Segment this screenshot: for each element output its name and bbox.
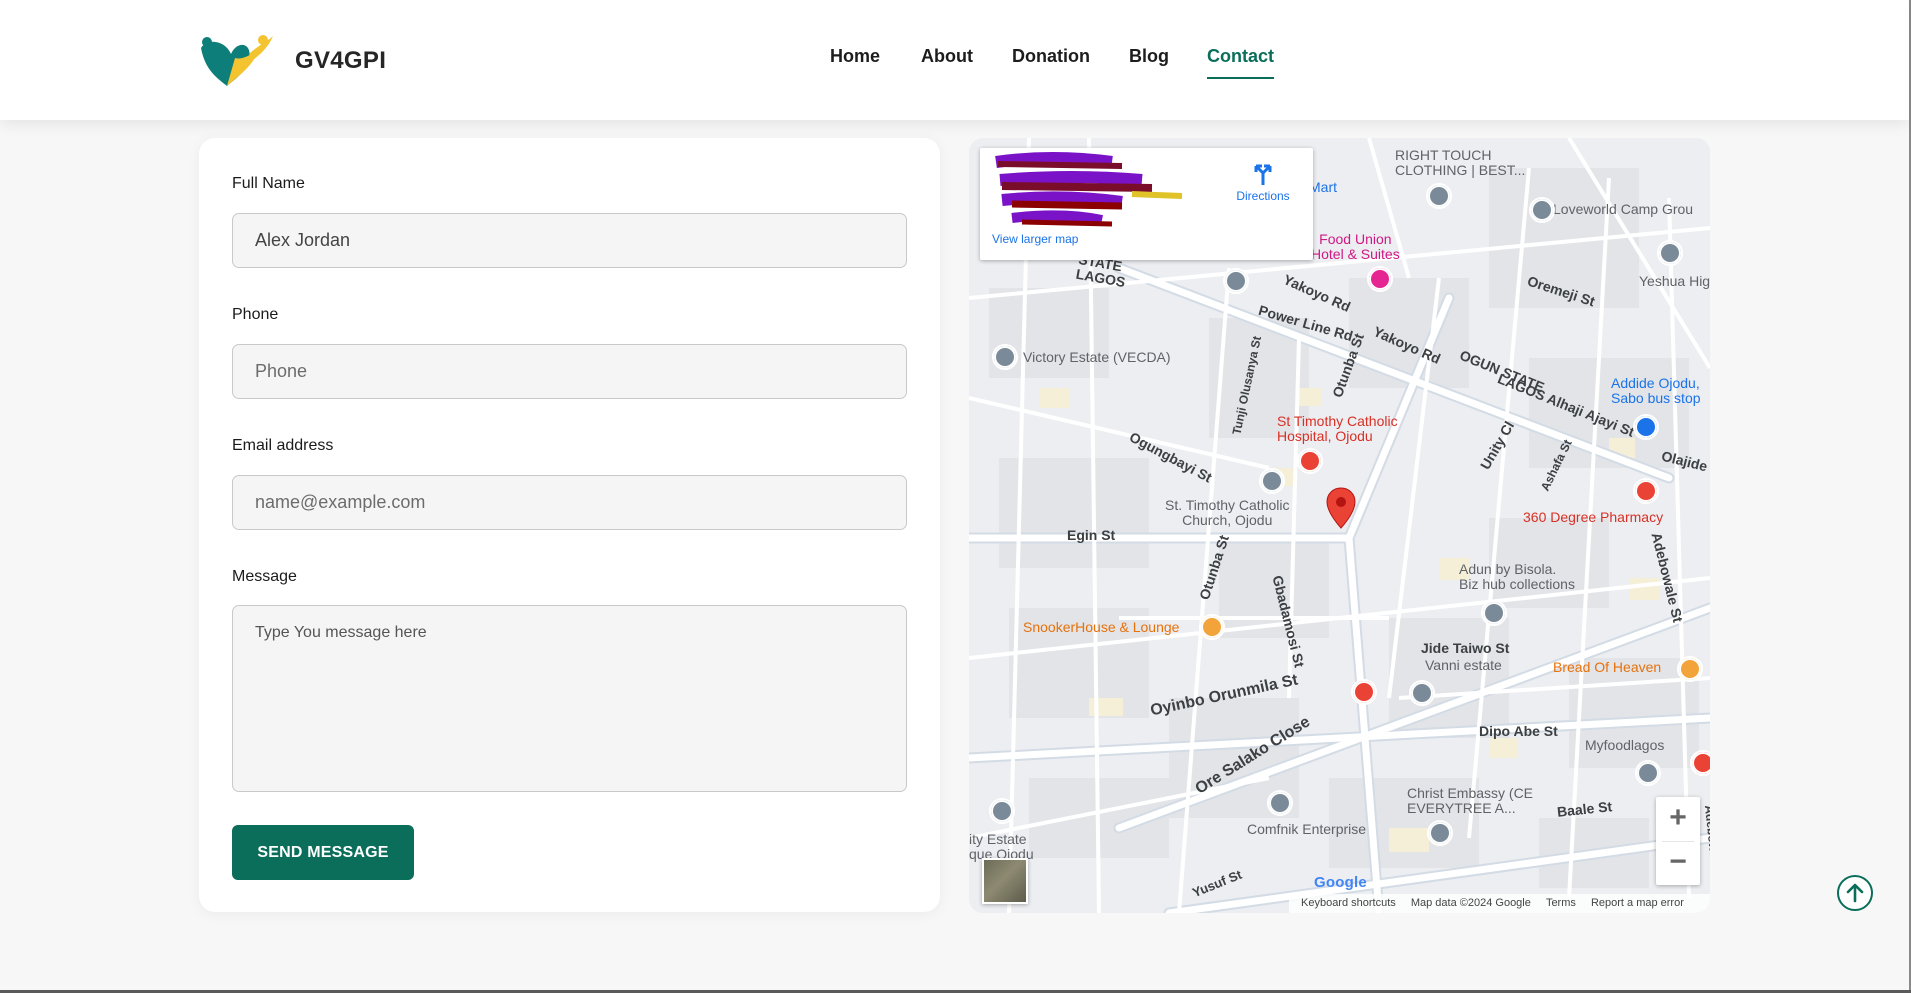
view-larger-map-link[interactable]: View larger map xyxy=(992,232,1078,246)
google-logo: Google xyxy=(1314,874,1367,891)
map-label: Victory Estate (VECDA) xyxy=(1023,349,1171,365)
email-input[interactable] xyxy=(232,475,907,530)
poi-marker-icon[interactable] xyxy=(989,798,1015,824)
map-label: St Timothy Catholic Hospital, Ojodu xyxy=(1277,413,1398,444)
poi-marker-icon[interactable] xyxy=(1267,790,1293,816)
poi-marker-icon[interactable] xyxy=(1635,760,1661,786)
map-label: SnookerHouse & Lounge xyxy=(1023,619,1180,635)
map-data-text: Map data ©2024 Google xyxy=(1410,897,1531,909)
pharmacy-marker-icon[interactable] xyxy=(1633,478,1659,504)
map-attribution: Keyboard shortcuts Map data ©2024 Google… xyxy=(1289,894,1710,913)
map-info-card: Directions View larger map xyxy=(980,148,1313,260)
zoom-out-button[interactable]: − xyxy=(1656,841,1700,885)
hospital-marker-icon[interactable] xyxy=(1351,679,1377,705)
poi-marker-icon[interactable] xyxy=(1426,183,1452,209)
logo-icon[interactable] xyxy=(197,34,279,88)
poi-marker-icon[interactable] xyxy=(1690,750,1710,776)
hospital-marker-icon[interactable] xyxy=(1297,448,1323,474)
phone-input[interactable] xyxy=(232,344,907,399)
google-map[interactable]: RIGHT TOUCH CLOTHING | BEST... Loveworld… xyxy=(969,138,1710,913)
nav-contact[interactable]: Contact xyxy=(1207,46,1274,79)
email-label: Email address xyxy=(232,437,334,454)
map-label: 360 Degree Pharmacy xyxy=(1523,509,1664,525)
full-name-input[interactable] xyxy=(232,213,907,268)
full-name-label: Full Name xyxy=(232,175,305,192)
keyboard-shortcuts-link[interactable]: Keyboard shortcuts xyxy=(1301,897,1396,909)
map-label: Egin St xyxy=(1067,527,1116,543)
message-label: Message xyxy=(232,568,297,585)
map-label: Mart xyxy=(1309,179,1337,195)
map-label: Christ Embassy (CE EVERYTREE A... xyxy=(1407,785,1534,816)
directions-link[interactable]: Directions xyxy=(1231,189,1295,203)
report-error-link[interactable]: Report a map error xyxy=(1591,897,1684,909)
arrow-up-icon xyxy=(1846,883,1864,903)
map-label: St. Timothy Catholic Church, Ojodu xyxy=(1165,497,1290,528)
map-label: Adun by Bisola. Biz hub collections xyxy=(1459,561,1575,592)
redacted-address xyxy=(995,152,1183,227)
bar-marker-icon[interactable] xyxy=(1199,614,1225,640)
nav-home[interactable]: Home xyxy=(830,46,880,67)
poi-marker-icon[interactable] xyxy=(992,344,1018,370)
nav-about[interactable]: About xyxy=(921,46,973,67)
restaurant-marker-icon[interactable] xyxy=(1677,656,1703,682)
hotel-marker-icon[interactable] xyxy=(1367,266,1393,292)
church-marker-icon[interactable] xyxy=(1259,468,1285,494)
satellite-toggle-button[interactable] xyxy=(982,858,1028,904)
terms-link[interactable]: Terms xyxy=(1546,897,1576,909)
map-label: Bread Of Heaven xyxy=(1553,659,1662,675)
map-label: Food Union Hotel & Suites xyxy=(1311,231,1400,262)
poi-marker-icon[interactable] xyxy=(1529,197,1555,223)
map-label: Vanni estate xyxy=(1425,657,1502,673)
map-label: Comfnik Enterprise xyxy=(1247,821,1367,837)
zoom-in-button[interactable]: + xyxy=(1656,797,1700,841)
map-pin-icon[interactable] xyxy=(1326,487,1356,529)
poi-marker-icon[interactable] xyxy=(1657,240,1683,266)
contact-form: Full Name Phone Email address Message SE… xyxy=(199,138,940,912)
nav-blog[interactable]: Blog xyxy=(1129,46,1169,67)
poi-marker-icon[interactable] xyxy=(1223,268,1249,294)
site-header: GV4GPI Home About Donation Blog Contact xyxy=(0,0,1909,120)
message-textarea[interactable] xyxy=(232,605,907,792)
send-message-button[interactable]: SEND MESSAGE xyxy=(232,825,414,880)
map-label: Addide Ojodu, Sabo bus stop xyxy=(1611,375,1701,406)
nav-donation[interactable]: Donation xyxy=(1012,46,1090,67)
map-label: Loveworld Camp Grou xyxy=(1553,201,1694,217)
back-to-top-button[interactable] xyxy=(1837,875,1873,911)
brand-name[interactable]: GV4GPI xyxy=(295,47,386,75)
poi-marker-icon[interactable] xyxy=(1481,600,1507,626)
poi-marker-icon[interactable] xyxy=(1409,680,1435,706)
zoom-controls: + − xyxy=(1656,797,1700,885)
church-marker-icon[interactable] xyxy=(1427,820,1453,846)
map-label: Dipo Abe St xyxy=(1479,723,1558,739)
bus-stop-marker-icon[interactable] xyxy=(1633,414,1659,440)
phone-label: Phone xyxy=(232,306,279,323)
map-label: Yeshua Hig xyxy=(1639,273,1710,289)
map-label: Myfoodlagos xyxy=(1585,737,1665,753)
google-logo-text: Google xyxy=(1314,874,1367,891)
map-label: Jide Taiwo St xyxy=(1421,640,1510,656)
directions-icon[interactable] xyxy=(1251,163,1275,185)
map-label: RIGHT TOUCH CLOTHING | BEST... xyxy=(1395,147,1526,178)
